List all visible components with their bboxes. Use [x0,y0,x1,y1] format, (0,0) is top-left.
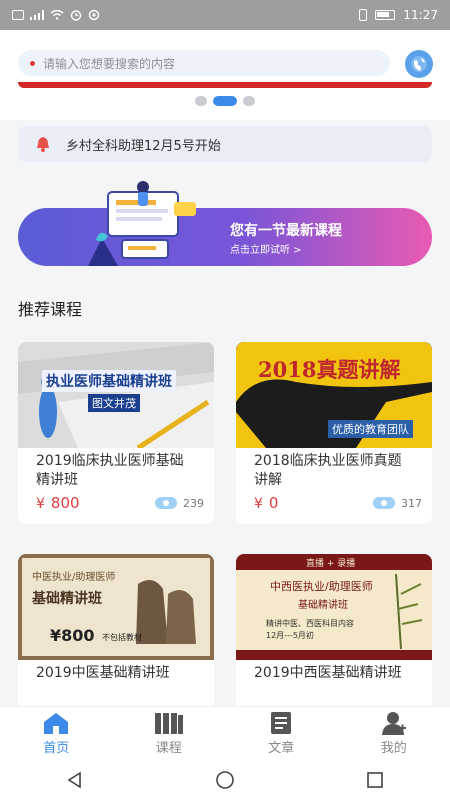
thumbnail-line3: ¥800 [50,626,95,645]
thumbnail-tag: 图文并茂 [88,394,140,412]
thumbnail-line3: 基础精讲班 [298,600,348,611]
user-icon [381,711,407,735]
promo-banner[interactable]: 您有一节最新课程 点击立即试听 > [18,181,432,266]
carousel-indicator [0,96,450,106]
course-title[interactable]: 2018临床执业医师真题讲解 [236,448,432,496]
promo-illustration [88,181,196,266]
tab-home[interactable]: 首页 [0,707,113,760]
search-input[interactable]: 请输入您想要搜索的内容 [18,50,390,76]
thumbnail-headline: 2018真题讲解 [258,357,401,382]
bottom-tab-bar: 首页 课程 文章 我的 [0,706,450,760]
thumbnail-headline: 执业医师基础精讲班 [42,370,176,392]
tab-profile[interactable]: 我的 [338,707,450,760]
promo-subtitle[interactable]: 点击立即试听 > [230,241,302,256]
eye-icon [88,9,100,21]
tab-label: 我的 [380,741,407,756]
status-bar: 11:27 [0,0,450,30]
course-title[interactable]: 2019临床执业医师基础精讲班 [18,448,214,496]
wifi-icon [50,10,64,20]
thumbnail-line1: 中医执业/助理医师 [32,572,116,583]
battery-icon [375,10,396,20]
signal-icon [30,10,44,20]
carousel-dot-active[interactable] [213,96,237,106]
carousel-dot[interactable] [243,96,255,106]
thumbnail-line4: 不包括教材 [102,633,142,642]
tab-label: 首页 [43,741,70,756]
header: 请输入您想要搜索的内容 [0,30,450,120]
carousel-banner[interactable] [18,82,432,88]
course-views: 317 [373,497,422,510]
course-thumbnail: 2018真题讲解 优质的教育团队 [236,342,432,448]
course-card[interactable]: 执业医师基础精讲班 图文并茂 2019临床执业医师基础精讲班 ¥800 239 [18,342,214,524]
course-title[interactable]: 2019中医基础精讲班 [18,660,214,708]
search-placeholder: 请输入您想要搜索的内容 [43,56,176,71]
course-card[interactable]: 2018真题讲解 优质的教育团队 2018临床执业医师真题讲解 ¥0 317 [236,342,432,524]
alarm-icon [70,10,82,21]
globe-icon [411,56,427,72]
thumbnail-line2: 中西医执业/助理医师 [270,580,373,593]
views-icon [373,497,395,509]
status-time: 11:27 [403,8,438,22]
promo-title: 您有一节最新课程 [230,223,342,239]
thumbnail-line2: 基础精讲班 [32,591,102,607]
thumbnail-tag: 优质的教育团队 [328,420,413,438]
thumbnail-line4: 精讲中医、西医科目内容 [266,619,354,628]
views-icon [155,497,177,509]
recents-icon[interactable] [365,770,385,790]
notice-text: 乡村全科助理12月5号开始 [66,138,221,154]
course-views: 239 [155,497,204,510]
carousel-dot[interactable] [195,96,207,106]
article-icon [269,711,293,735]
tab-articles[interactable]: 文章 [225,707,338,760]
notice-bar[interactable]: 乡村全科助理12月5号开始 [18,126,432,162]
course-thumbnail: 直播 + 录播 中西医执业/助理医师 基础精讲班 精讲中医、西医科目内容 12月… [236,554,432,660]
home-icon [42,711,70,735]
bell-icon [34,135,52,153]
status-icons-right: 11:27 [359,8,438,22]
course-card[interactable]: 中医执业/助理医师 基础精讲班 ¥800 不包括教材 2019中医基础精讲班 [18,554,214,714]
system-nav-bar [0,760,450,800]
course-thumbnail: 中医执业/助理医师 基础精讲班 ¥800 不包括教材 [18,554,214,660]
books-icon [154,711,184,735]
course-price: ¥0 [254,494,279,512]
home-circle-icon[interactable] [215,770,235,790]
search-dot-icon [30,60,35,66]
hd-icon [12,10,24,20]
course-title[interactable]: 2019中西医基础精讲班 [236,660,432,708]
tab-courses[interactable]: 课程 [113,707,226,760]
section-title: 推荐课程 [18,300,83,319]
status-icons-left [12,9,100,21]
course-card[interactable]: 直播 + 录播 中西医执业/助理医师 基础精讲班 精讲中医、西医科目内容 12月… [236,554,432,714]
thumbnail-line5: 12月---5月初 [266,631,314,640]
vibrate-icon [359,9,368,21]
tab-label: 课程 [155,741,182,756]
thumbnail-line1: 直播 + 录播 [306,559,356,569]
back-icon[interactable] [65,770,85,790]
location-button[interactable] [405,50,433,78]
course-meta: ¥800 239 [36,494,204,512]
course-price: ¥800 [36,494,80,512]
tab-label: 文章 [268,741,295,756]
course-thumbnail: 执业医师基础精讲班 图文并茂 [18,342,214,448]
course-meta: ¥0 317 [254,494,422,512]
